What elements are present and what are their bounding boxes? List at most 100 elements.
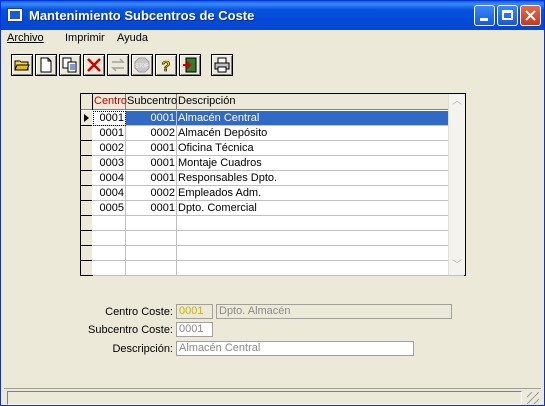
open-button[interactable] — [11, 54, 33, 76]
copy-icon — [62, 57, 77, 73]
open-folder-icon — [14, 60, 30, 71]
minimize-icon — [480, 18, 488, 21]
table-row[interactable] — [81, 231, 465, 246]
centro-coste-label: Centro Coste: — [105, 306, 173, 318]
vertical-scrollbar[interactable]: ︿ ﹀ — [448, 94, 465, 275]
cell-centro[interactable] — [93, 261, 126, 276]
menu-bar: Archivo Imprimir Ayuda — [1, 30, 544, 48]
cell-centro[interactable] — [93, 246, 126, 261]
cell-descripcion[interactable]: Almacén Depósito — [177, 126, 464, 141]
new-button[interactable] — [35, 54, 57, 76]
table-row[interactable] — [81, 216, 465, 231]
cell-subcentro[interactable]: 0001 — [126, 156, 177, 171]
cell-descripcion[interactable] — [177, 231, 464, 246]
stop-icon: STOP — [134, 57, 150, 73]
cell-centro[interactable] — [93, 231, 126, 246]
cell-descripcion[interactable] — [177, 261, 464, 276]
stop-button: STOP — [131, 54, 153, 76]
exit-door-icon — [183, 57, 197, 73]
centro-coste-desc-field: Dpto. Almacén — [216, 304, 452, 319]
table-row[interactable]: 0001 0002 Almacén Depósito — [81, 126, 465, 141]
header-corner — [81, 94, 93, 110]
subcentro-coste-code-field[interactable]: 0001 — [176, 322, 213, 337]
window-title: Mantenimiento Subcentros de Coste — [29, 8, 255, 23]
cell-descripcion[interactable]: Empleados Adm. — [177, 186, 464, 201]
cell-centro[interactable]: 0004 — [93, 171, 126, 186]
close-icon — [525, 10, 536, 21]
table-row[interactable]: 0005 0001 Dpto. Comercial — [81, 201, 465, 216]
cell-subcentro[interactable]: 0002 — [126, 126, 177, 141]
menu-ayuda[interactable]: Ayuda — [117, 32, 148, 44]
exit-button[interactable] — [179, 54, 201, 76]
cell-centro[interactable]: 0001 — [93, 111, 126, 126]
cell-subcentro[interactable]: 0001 — [126, 171, 177, 186]
centro-coste-code-field[interactable]: 0001 — [176, 304, 213, 319]
cell-descripcion[interactable] — [177, 246, 464, 261]
cell-centro[interactable] — [93, 216, 126, 231]
cell-subcentro[interactable]: 0001 — [126, 141, 177, 156]
table-row[interactable]: 0001 0001 Almacén Central — [81, 111, 465, 126]
cell-subcentro[interactable]: 0001 — [126, 201, 177, 216]
cell-subcentro[interactable] — [126, 261, 177, 276]
grid-header: Centro Subcentro Descripción — [81, 94, 465, 110]
cell-descripcion[interactable]: Dpto. Comercial — [177, 201, 464, 216]
cell-subcentro[interactable]: 0002 — [126, 186, 177, 201]
print-button[interactable] — [211, 54, 233, 76]
main-window: Mantenimiento Subcentros de Coste Archiv… — [0, 0, 545, 406]
new-document-icon — [40, 57, 52, 73]
swap-arrows-icon — [111, 58, 125, 72]
cell-subcentro[interactable] — [126, 246, 177, 261]
minimize-button[interactable] — [474, 5, 495, 26]
header-subcentro[interactable]: Subcentro — [126, 94, 177, 110]
delete-x-icon — [87, 58, 101, 72]
svg-text:?: ? — [161, 58, 170, 73]
cell-descripcion[interactable]: Montaje Cuadros — [177, 156, 464, 171]
cell-subcentro[interactable] — [126, 216, 177, 231]
descripcion-field[interactable]: Almacén Central — [176, 341, 414, 356]
delete-button[interactable] — [83, 54, 105, 76]
menu-archivo[interactable]: Archivo — [7, 32, 44, 44]
header-centro[interactable]: Centro — [93, 94, 127, 110]
menu-label: Ayuda — [117, 32, 148, 44]
table-row[interactable] — [81, 261, 465, 276]
help-button[interactable]: ? — [155, 54, 177, 76]
title-bar[interactable]: Mantenimiento Subcentros de Coste — [1, 1, 544, 30]
cell-subcentro[interactable] — [126, 231, 177, 246]
resize-grip-icon[interactable] — [527, 392, 539, 404]
cell-centro[interactable]: 0003 — [93, 156, 126, 171]
table-row[interactable]: 0002 0001 Oficina Técnica — [81, 141, 465, 156]
scroll-down-arrow-icon[interactable]: ﹀ — [449, 258, 465, 274]
svg-text:STOP: STOP — [135, 64, 149, 70]
cell-descripcion[interactable]: Responsables Dpto. — [177, 171, 464, 186]
menu-label: Imprimir — [65, 32, 105, 44]
detail-form: Centro Coste: 0001 Dpto. Almacén Subcent… — [80, 294, 466, 366]
app-icon — [7, 8, 23, 22]
help-icon: ? — [161, 58, 171, 73]
data-grid[interactable]: Centro Subcentro Descripción 0001 0001 Alm… — [80, 93, 466, 276]
cell-centro[interactable]: 0004 — [93, 186, 126, 201]
menu-imprimir[interactable]: Imprimir — [65, 32, 105, 44]
table-row[interactable]: 0003 0001 Montaje Cuadros — [81, 156, 465, 171]
table-row[interactable] — [81, 246, 465, 261]
cell-descripcion[interactable]: Oficina Técnica — [177, 141, 464, 156]
cell-descripcion[interactable]: Almacén Central — [177, 111, 464, 126]
header-descripcion[interactable]: Descripción — [177, 94, 448, 110]
maximize-button[interactable] — [497, 5, 518, 26]
cell-centro[interactable]: 0001 — [93, 126, 126, 141]
cell-descripcion[interactable] — [177, 216, 464, 231]
print-icon — [214, 57, 230, 73]
scroll-up-arrow-icon[interactable]: ︿ — [449, 94, 465, 110]
table-row[interactable]: 0004 0002 Empleados Adm. — [81, 186, 465, 201]
cell-centro[interactable]: 0002 — [93, 141, 126, 156]
cell-subcentro[interactable]: 0001 — [126, 111, 177, 126]
table-row[interactable]: 0004 0001 Responsables Dpto. — [81, 171, 465, 186]
subcentro-coste-label: Subcentro Coste: — [88, 324, 173, 336]
cell-centro[interactable]: 0005 — [93, 201, 126, 216]
copy-button[interactable] — [59, 54, 81, 76]
status-panel — [7, 391, 522, 405]
close-button[interactable] — [520, 5, 541, 26]
swap-button — [107, 54, 129, 76]
maximize-icon — [502, 10, 513, 20]
descripcion-label: Descripción: — [112, 343, 173, 355]
menu-label: Archivo — [7, 32, 44, 44]
